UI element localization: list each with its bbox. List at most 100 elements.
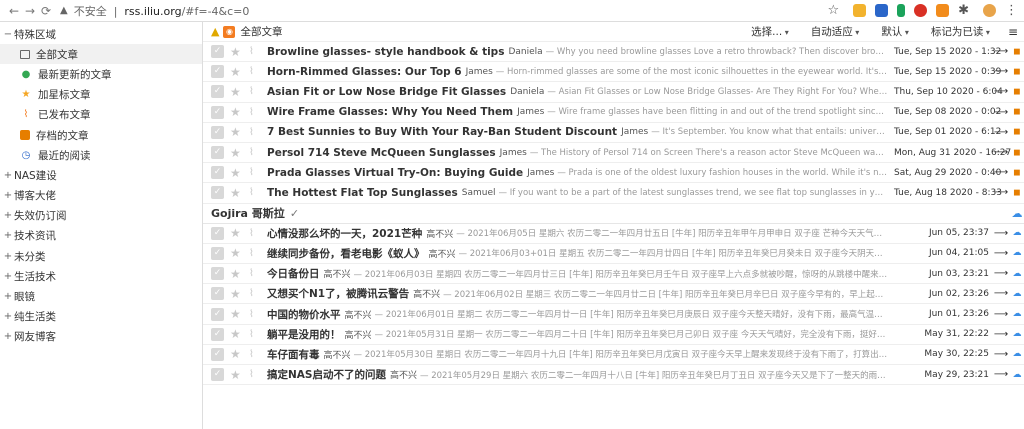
select-menu[interactable]: 选择... [751,24,789,39]
headline-title[interactable]: The Hottest Flat Top Sunglasses [267,187,458,199]
extension-icon[interactable] [875,4,889,17]
expand-icon[interactable]: + [2,251,14,262]
feed-icon[interactable]: ☁ [1010,309,1024,319]
hamburger-menu-icon[interactable]: ≡ [1008,25,1018,39]
headline-title[interactable]: 今日备份日 [267,266,320,281]
open-arrow-icon[interactable]: ⟶ [992,107,1010,118]
star-icon[interactable]: ★ [230,45,244,59]
publish-icon[interactable]: ⌇ [249,349,263,360]
select-checkbox[interactable]: ✓ [211,368,224,382]
headline-row[interactable]: ✓ ★ ⌇ The Hottest Flat Top Sunglasses Samuel… [203,183,1024,204]
feed-icon[interactable]: ◼ [1010,188,1024,198]
sidebar-group-special[interactable]: − 特殊区域 [0,24,202,44]
open-arrow-icon[interactable]: ⟶ [992,127,1010,138]
open-arrow-icon[interactable]: ⟶ [992,369,1010,380]
headline-title[interactable]: Wire Frame Glasses: Why You Need Them [267,106,513,118]
star-icon[interactable]: ★ [230,226,244,240]
open-arrow-icon[interactable]: ⟶ [992,167,1010,178]
publish-icon[interactable]: ⌇ [249,329,263,340]
feed-icon[interactable]: ◼ [1010,168,1024,178]
headline-row[interactable]: ✓ ★ ⌇ Browline glasses- style handbook & ti… [203,42,1024,63]
feed-icon[interactable]: ◼ [1010,67,1024,77]
feed-icon[interactable]: ☁ [1010,349,1024,359]
back-icon[interactable]: ← [6,4,22,18]
sidebar-category[interactable]: + 技术资讯 [0,226,202,246]
headline-title[interactable]: 继续同步备份，看老电影《蚁人》 [267,246,425,261]
select-checkbox[interactable]: ✓ [211,327,224,341]
expand-icon[interactable]: + [2,190,14,201]
sidebar-item-recent[interactable]: ◷ 最近的阅读 [0,145,202,165]
publish-icon[interactable]: ⌇ [249,167,263,178]
publish-icon[interactable]: ⌇ [249,228,263,239]
star-icon[interactable]: ★ [230,186,244,200]
sidebar-category[interactable]: + 纯生活类 [0,307,202,327]
select-checkbox[interactable]: ✓ [211,146,224,160]
select-checkbox[interactable]: ✓ [211,267,224,281]
extension-icon[interactable] [853,4,867,17]
headline-row[interactable]: ✓ ★ ⌇ 车仔面有毒 高不兴 — 2021年05月30日 星期日 农历二零二一年四月十九… [203,345,1024,365]
select-checkbox[interactable]: ✓ [211,105,224,119]
headline-row[interactable]: ✓ ★ ⌇ 继续同步备份，看老电影《蚁人》 高不兴 — 2021年06月03+01日 星期… [203,244,1024,265]
star-icon[interactable]: ★ [230,307,244,321]
feed-icon[interactable]: ☁ [1010,228,1024,238]
select-checkbox[interactable]: ✓ [211,347,224,361]
headline-title[interactable]: 7 Best Sunnies to Buy With Your Ray-Ban … [267,126,617,138]
expand-icon[interactable]: + [2,271,14,282]
collapse-icon[interactable]: − [2,29,14,40]
extension-icon[interactable] [897,4,906,17]
headline-title[interactable]: 心情没那么坏的一天，2021芒种 [267,226,422,241]
rss-icon[interactable]: ◉ [223,25,236,38]
headline-title[interactable]: 又想买个N1了，被腾讯云警告 [267,286,409,301]
headline-title[interactable]: 中国的物价水平 [267,307,341,322]
headline-title[interactable]: Prada Glasses Virtual Try-On: Buying Gui… [267,167,523,179]
star-icon[interactable]: ★ [230,166,244,180]
open-arrow-icon[interactable]: ⟶ [992,66,1010,77]
feed-icon[interactable]: ☁ [1010,289,1024,299]
open-arrow-icon[interactable]: ⟶ [992,187,1010,198]
star-icon[interactable]: ★ [230,125,244,139]
menu-icon[interactable]: ⋮ [1005,4,1018,17]
publish-icon[interactable]: ⌇ [249,127,263,138]
warning-icon[interactable]: ▲ [211,25,219,38]
headline-row[interactable]: ✓ ★ ⌇ Prada Glasses Virtual Try-On: Buying … [203,163,1024,184]
headline-row[interactable]: ✓ ★ ⌇ 又想买个N1了，被腾讯云警告 高不兴 — 2021年06月02日 星期三 农历… [203,284,1024,305]
star-icon[interactable]: ★ [230,146,244,160]
select-checkbox[interactable]: ✓ [211,186,224,200]
open-arrow-icon[interactable]: ⟶ [992,248,1010,259]
select-checkbox[interactable]: ✓ [211,287,224,301]
feed-icon[interactable]: ☁ [1010,329,1024,339]
sidebar-category[interactable]: + 生活技术 [0,266,202,286]
expand-icon[interactable]: + [2,170,14,181]
publish-icon[interactable]: ⌇ [249,107,263,118]
sidebar-category[interactable]: + 眼镜 [0,286,202,306]
sort-menu[interactable]: 默认 [881,24,909,39]
feed-icon[interactable]: ☁ [1010,269,1024,279]
feed-icon[interactable]: ◼ [1010,148,1024,158]
open-arrow-icon[interactable]: ⟶ [992,46,1010,57]
forward-icon[interactable]: → [22,4,38,18]
headline-row[interactable]: ✓ ★ ⌇ 中国的物价水平 高不兴 — 2021年06月01日 星期二 农历二零二一年四月… [203,304,1024,325]
expand-icon[interactable]: + [2,331,14,342]
headline-title[interactable]: 搞定NAS启动不了的问题 [267,367,386,382]
star-icon[interactable]: ★ [230,85,244,99]
feed-icon[interactable]: ◼ [1010,107,1024,117]
rss-extension-icon[interactable] [936,4,950,17]
feed-icon[interactable]: ◼ [1010,87,1024,97]
star-icon[interactable]: ★ [230,246,244,260]
headline-row[interactable]: ✓ ★ ⌇ 搞定NAS启动不了的问题 高不兴 — 2021年05月29日 星期六 农历二零… [203,365,1024,386]
star-icon[interactable]: ★ [230,105,244,119]
headline-title[interactable]: Persol 714 Steve McQueen Sunglasses [267,147,496,159]
open-arrow-icon[interactable]: ⟶ [992,147,1010,158]
star-icon[interactable]: ★ [230,267,244,281]
feed-icon[interactable]: ☁ [1010,207,1024,220]
expand-icon[interactable]: + [2,230,14,241]
select-checkbox[interactable]: ✓ [211,45,224,59]
sidebar-item-published[interactable]: ⌇ 已发布文章 [0,105,202,125]
open-arrow-icon[interactable]: ⟶ [992,288,1010,299]
warning-icon[interactable]: ▲ [60,5,68,16]
sidebar-item-archived[interactable]: 存档的文章 [0,125,202,145]
adblock-icon[interactable] [914,4,928,17]
star-icon[interactable]: ★ [230,368,244,382]
headline-title[interactable]: Asian Fit or Low Nose Bridge Fit Glasses [267,86,506,98]
select-checkbox[interactable]: ✓ [211,246,224,260]
